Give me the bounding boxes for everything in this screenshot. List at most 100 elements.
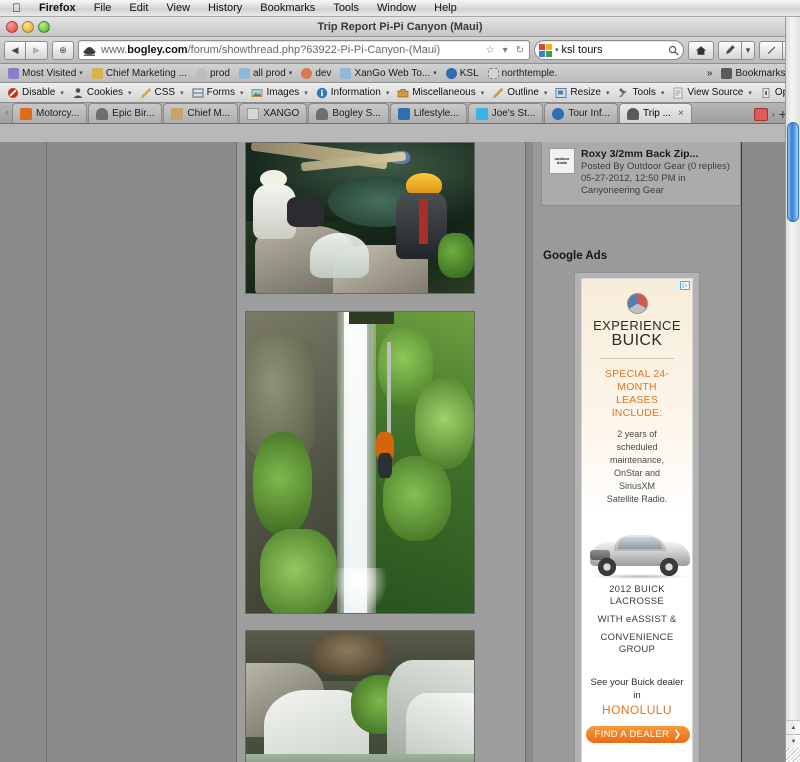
devtool-information[interactable]: Information ▾ [312, 87, 394, 99]
tab-xango[interactable]: XANGO [239, 103, 308, 123]
tab-bar: ‹ Motorcy... Epic Bir... Chief M... XANG… [0, 103, 800, 124]
tab-joes-st[interactable]: Joe's St... [467, 103, 544, 123]
tab-lifestyle[interactable]: Lifestyle... [389, 103, 467, 123]
chevron-down-icon[interactable]: ▾ [479, 89, 485, 97]
bookmarks-overflow-button[interactable]: » [703, 68, 717, 79]
chevron-down-icon[interactable]: ▾ [746, 89, 752, 97]
ad-offer-line2: LEASES INCLUDE: [611, 394, 663, 419]
chevron-down-icon[interactable]: ▾ [58, 89, 64, 97]
devtool-cookies[interactable]: Cookies ▾ [68, 87, 136, 99]
close-window-button[interactable] [6, 21, 18, 33]
latest-post-item[interactable]: outdoor deals Roxy 3/2mm Back Zip... Pos… [542, 142, 740, 205]
buick-ad-creative[interactable]: ▷ EXPERIENCE BUICK SPECIAL 24-MONTH LEAS… [581, 278, 693, 762]
trip-photo-2[interactable] [245, 311, 475, 614]
forward-button[interactable]: ▶ [26, 40, 48, 60]
post-title-link[interactable]: Roxy 3/2mm Back Zip... [581, 148, 730, 161]
search-bar[interactable]: ▾ ksl tours [534, 40, 684, 60]
menu-item-help[interactable]: Help [425, 0, 466, 17]
menu-item-file[interactable]: File [85, 0, 121, 17]
chevron-down-icon[interactable]: ▾ [604, 89, 610, 97]
tab-epic-bird[interactable]: Epic Bir... [88, 103, 163, 123]
options-icon [762, 87, 770, 98]
bookmark-all-prod[interactable]: all prod ▾ [235, 67, 296, 79]
scrollbar-thumb[interactable] [787, 122, 799, 222]
scroll-up-button[interactable]: ▲ [786, 720, 800, 734]
chevron-down-icon[interactable]: ▾ [501, 45, 510, 56]
eyedropper-menu-button[interactable]: ▾ [742, 40, 755, 60]
search-input[interactable]: ksl tours [562, 44, 665, 56]
adchoices-icon[interactable]: ▷ [680, 281, 690, 290]
apple-logo-icon[interactable]:  [0, 2, 30, 14]
menu-item-tools[interactable]: Tools [324, 0, 368, 17]
tab-trip-report[interactable]: Trip ... × [619, 103, 692, 123]
chevron-down-icon[interactable]: ▾ [302, 89, 308, 97]
bookmark-ksl[interactable]: KSL [442, 67, 483, 79]
devtool-forms[interactable]: Forms ▾ [188, 87, 248, 99]
mail-icon[interactable] [754, 107, 769, 121]
chevron-down-icon[interactable]: ▾ [178, 89, 184, 97]
devtool-tools[interactable]: Tools ▾ [614, 87, 669, 99]
tab-chief-marketing[interactable]: Chief M... [163, 103, 239, 123]
bookmark-prod[interactable]: prod [192, 67, 234, 79]
close-tab-icon[interactable]: × [678, 108, 684, 119]
page-scrollbar[interactable]: ▲ ▼ [785, 17, 800, 762]
tab-motorcycle[interactable]: Motorcy... [12, 103, 88, 123]
zoom-window-button[interactable] [38, 21, 50, 33]
menu-item-window[interactable]: Window [368, 0, 425, 17]
tab-label: Bogley S... [332, 108, 381, 119]
bookmark-star-icon[interactable]: ☆ [484, 45, 497, 56]
bookmark-chief-marketing[interactable]: Chief Marketing ... [88, 67, 191, 79]
bookmark-dev[interactable]: dev [297, 67, 335, 79]
measure-button[interactable] [759, 40, 783, 60]
chevron-down-icon[interactable]: ▾ [79, 69, 83, 77]
chevron-down-icon[interactable]: ▾ [659, 89, 665, 97]
address-bar[interactable]: www.bogley.com/forum/showthread.php?6392… [78, 40, 530, 60]
scroll-down-button[interactable]: ▼ [786, 734, 800, 748]
post-thumbnail: outdoor deals [549, 148, 575, 174]
window-resize-grip[interactable] [786, 748, 800, 762]
eyedropper-button[interactable] [718, 40, 742, 60]
reload-icon[interactable]: ↻ [514, 45, 526, 56]
devtool-resize[interactable]: Resize ▾ [551, 87, 613, 99]
menu-item-edit[interactable]: Edit [120, 0, 157, 17]
bookmark-northtemple[interactable]: northtemple. [484, 67, 562, 79]
ad-model-sub2: CONVENIENCE GROUP [600, 632, 674, 655]
trip-photo-1[interactable] [245, 142, 475, 294]
tabs-scroll-left-button[interactable]: ‹ [2, 103, 12, 123]
chevron-down-icon[interactable]: ▾ [433, 69, 437, 77]
trip-photo-3[interactable] [245, 630, 475, 762]
devtool-css[interactable]: CSS ▾ [136, 87, 188, 99]
devtool-view-source[interactable]: View Source ▾ [668, 87, 755, 99]
chevron-down-icon[interactable]: ▾ [238, 89, 244, 97]
chevron-down-icon[interactable]: ▾ [542, 89, 548, 97]
back-button[interactable]: ◀ [4, 40, 26, 60]
bookmark-xango-web-tools[interactable]: XanGo Web To... ▾ [336, 67, 440, 79]
search-icon[interactable] [668, 45, 679, 56]
menu-item-firefox[interactable]: Firefox [30, 0, 85, 17]
tab-bogley-s[interactable]: Bogley S... [308, 103, 389, 123]
folder-icon [238, 67, 250, 79]
devtool-label: Forms [206, 87, 235, 98]
chevron-down-icon[interactable]: ▾ [384, 89, 390, 97]
tabs-scroll-right-button[interactable]: › [772, 110, 775, 119]
find-a-dealer-button[interactable]: FIND A DEALER ❯ [586, 726, 690, 743]
devtool-outline[interactable]: Outline ▾ [488, 87, 551, 99]
menu-item-history[interactable]: History [199, 0, 251, 17]
tab-tour-info[interactable]: Tour Inf... [544, 103, 618, 123]
menu-item-bookmarks[interactable]: Bookmarks [251, 0, 324, 17]
post-category-link[interactable]: Canyoneering Gear [581, 185, 730, 197]
search-engine-chevron-icon[interactable]: ▾ [555, 46, 559, 54]
google-search-engine-icon[interactable] [539, 43, 552, 57]
home-button[interactable] [688, 40, 714, 60]
menu-item-view[interactable]: View [157, 0, 199, 17]
bookmark-most-visited[interactable]: Most Visited ▾ [4, 67, 87, 79]
page-sidebar: Canyoneering Gear outdoor deals Roxy 3/2… [533, 142, 741, 762]
shield-icon[interactable]: ⊕ [52, 40, 74, 60]
devtool-disable[interactable]: Disable ▾ [3, 87, 68, 99]
chevron-down-icon[interactable]: ▾ [126, 89, 132, 97]
minimize-window-button[interactable] [22, 21, 34, 33]
site-favicon-icon [83, 47, 96, 56]
chevron-down-icon[interactable]: ▾ [289, 69, 293, 77]
devtool-images[interactable]: Images ▾ [247, 87, 311, 99]
devtool-miscellaneous[interactable]: Miscellaneous ▾ [393, 87, 488, 99]
